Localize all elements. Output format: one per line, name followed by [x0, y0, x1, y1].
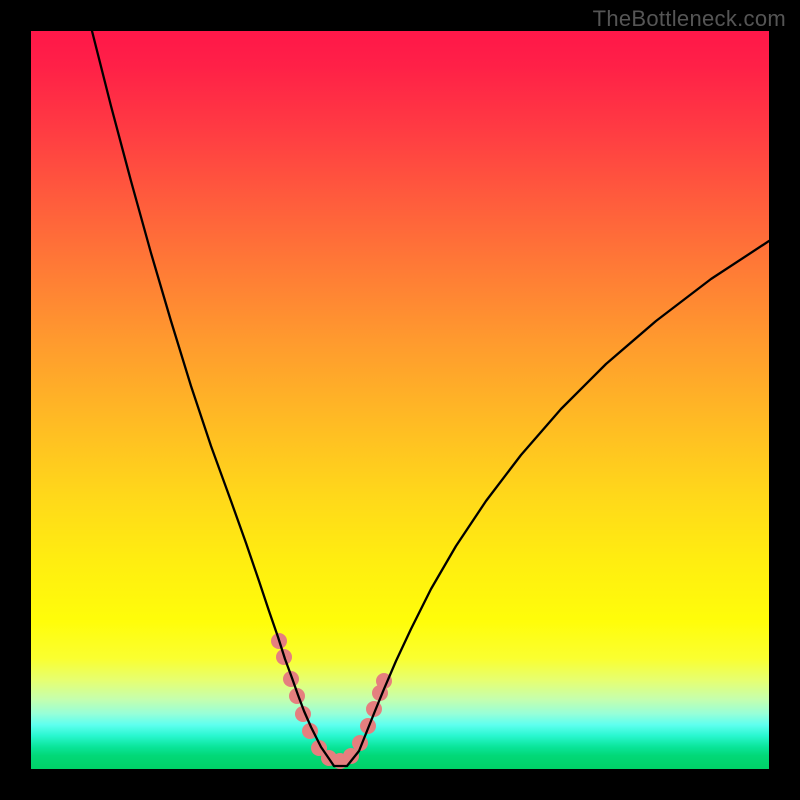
plot-area	[31, 31, 769, 769]
left-curve	[92, 31, 334, 766]
chart-frame: TheBottleneck.com	[0, 0, 800, 800]
right-curve	[334, 241, 769, 766]
chart-svg	[31, 31, 769, 769]
bottleneck-markers	[271, 633, 392, 769]
watermark-text: TheBottleneck.com	[593, 6, 786, 32]
